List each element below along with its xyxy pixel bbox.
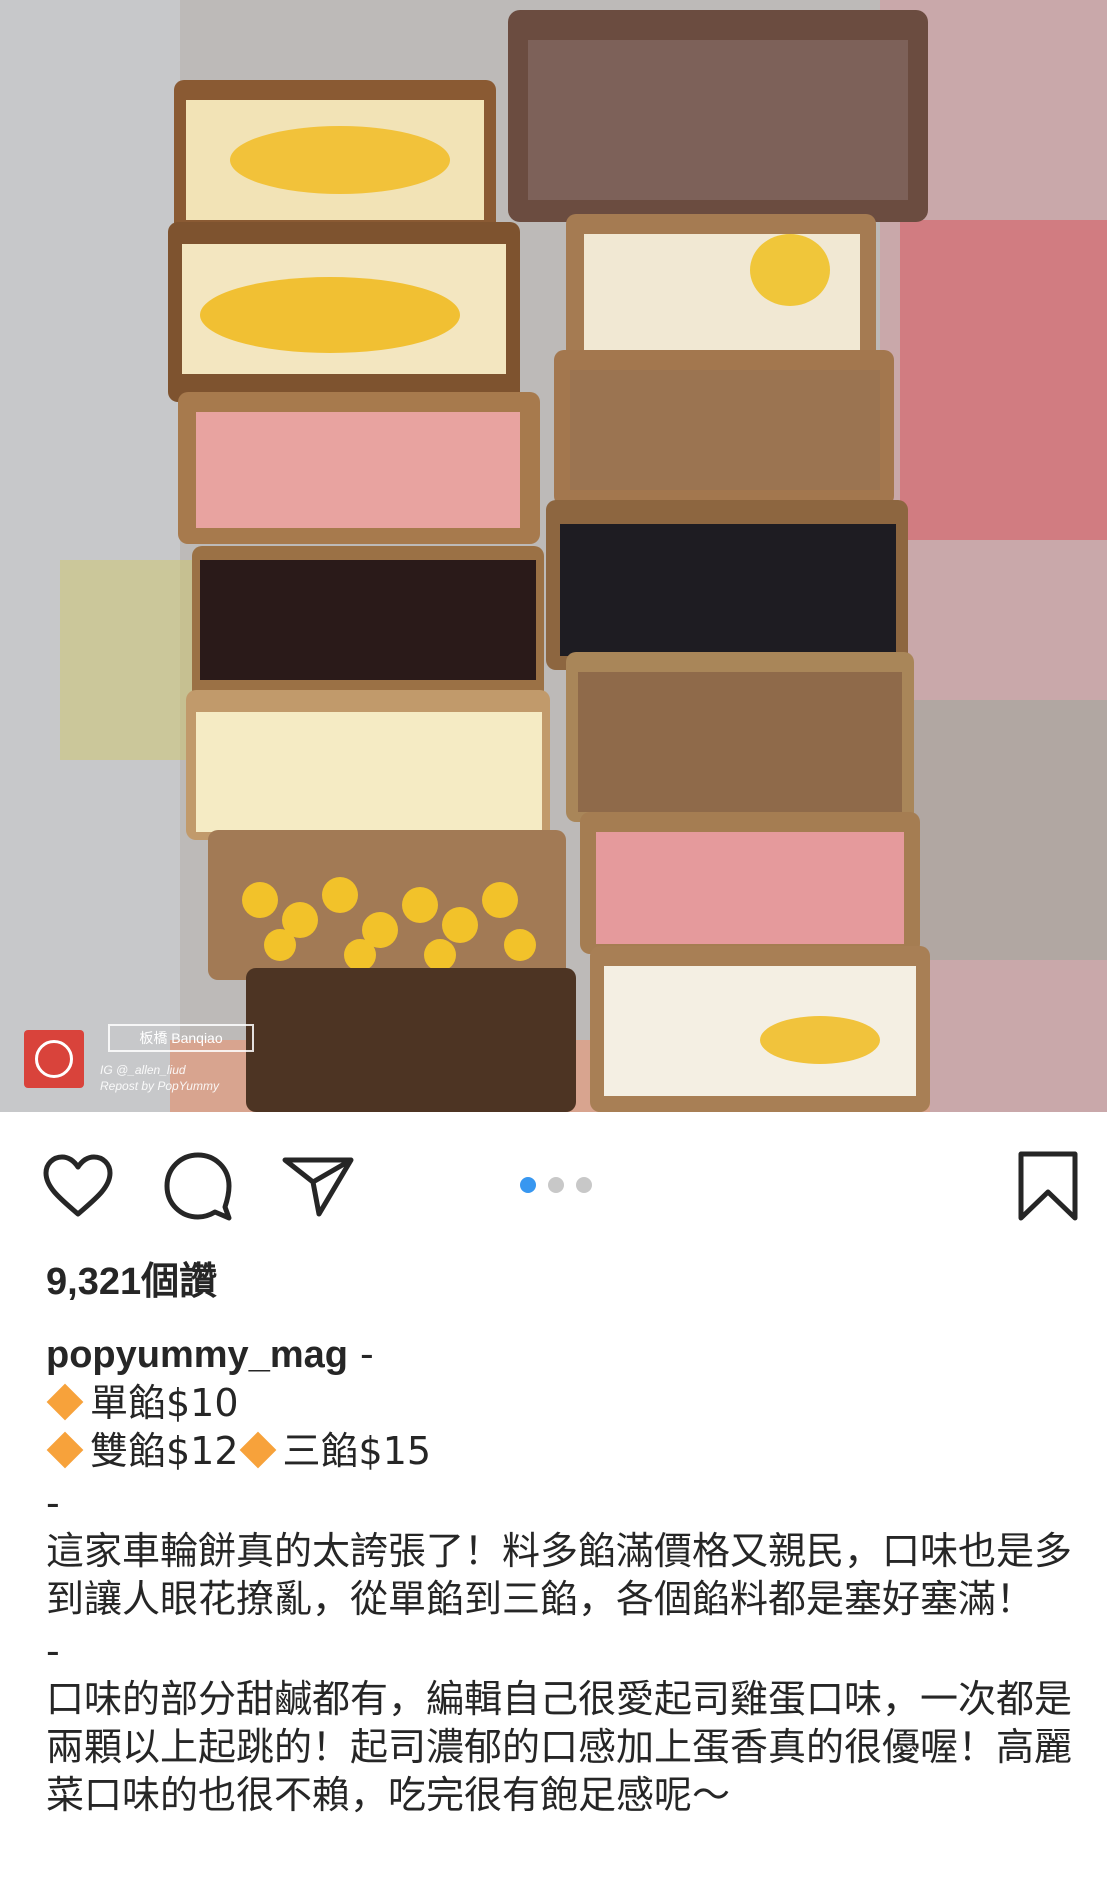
orange-diamond-icon [239, 1431, 276, 1468]
credit-line-2: Repost by PopYummy [100, 1079, 219, 1093]
price-triple: 三餡$15 [282, 1429, 432, 1473]
caption-paragraph-1: 這家車輪餅真的太誇張了！料多餡滿價格又親民，口味也是多到讓人眼花撩亂，從單餡到三… [46, 1529, 1073, 1621]
separator-1: - [46, 1481, 60, 1525]
caption-paragraph-2: 口味的部分甜鹹都有，編輯自己很愛起司雞蛋口味，一次都是兩顆以上起跳的！起司濃郁的… [46, 1677, 1073, 1817]
post-photo[interactable]: 板橋 Banqiao IG @_allen_liud Repost by Pop… [0, 0, 1107, 1112]
caption-header: popyummy_mag - [46, 1330, 1076, 1379]
post-caption: popyummy_mag - 單餡$10 雙餡$12 三餡$15 - 這家車輪餅真… [46, 1330, 1076, 1819]
bookmark-icon [1018, 1151, 1078, 1221]
wheel-cakes-image [0, 0, 1107, 1112]
price-line-1: 單餡$10 [46, 1379, 1076, 1427]
credit-line-1: IG @_allen_liud [100, 1063, 186, 1077]
comment-icon [164, 1152, 232, 1221]
price-single: 單餡$10 [90, 1381, 239, 1425]
caption-dash: - [347, 1332, 374, 1376]
carousel-dot [548, 1177, 564, 1193]
carousel-indicator [520, 1177, 592, 1193]
price-double: 雙餡$12 [90, 1429, 239, 1473]
orange-diamond-icon [46, 1431, 84, 1468]
likes-count[interactable]: 9,321個讚 [46, 1258, 217, 1306]
heart-icon [43, 1154, 113, 1217]
like-button[interactable] [38, 1146, 118, 1226]
orange-diamond-icon [46, 1383, 84, 1420]
share-icon [282, 1157, 354, 1217]
separator-2: - [46, 1629, 60, 1673]
instagram-post: 板橋 Banqiao IG @_allen_liud Repost by Pop… [0, 0, 1107, 1896]
location-tag: 板橋 Banqiao [108, 1024, 254, 1052]
popyummy-logo [24, 1030, 84, 1088]
share-button[interactable] [278, 1146, 358, 1226]
carousel-dot-active [520, 1177, 536, 1193]
comment-button[interactable] [158, 1146, 238, 1226]
caption-username[interactable]: popyummy_mag [46, 1334, 348, 1376]
carousel-dot [576, 1177, 592, 1193]
photo-credit: IG @_allen_liud Repost by PopYummy [100, 1062, 219, 1094]
price-line-2: 雙餡$12 三餡$15 [46, 1427, 1076, 1475]
save-button[interactable] [1008, 1146, 1088, 1226]
